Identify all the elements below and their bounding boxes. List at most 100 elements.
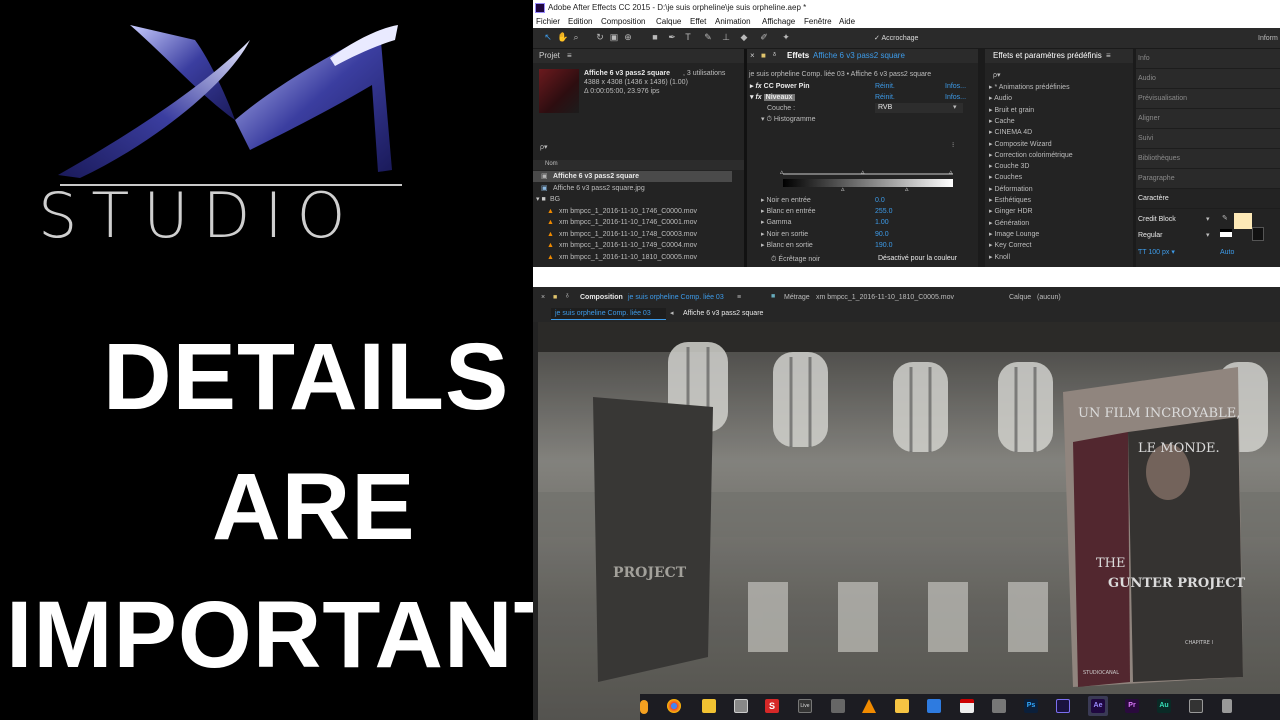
preset-item[interactable]: ▸ Génération bbox=[989, 219, 1029, 228]
output-black-handle[interactable]: ▵ bbox=[841, 185, 845, 194]
effects-layer-name[interactable]: Affiche 6 v3 pass2 square bbox=[813, 49, 905, 63]
roto-tool-icon[interactable]: ✐ bbox=[759, 32, 769, 42]
photoshop-icon[interactable]: Ps bbox=[1024, 699, 1038, 713]
preset-item[interactable]: ▸ Correction colorimétrique bbox=[989, 151, 1073, 160]
side-panel-tab[interactable]: Prévisualisation bbox=[1136, 89, 1280, 109]
side-panel-tab[interactable]: Audio bbox=[1136, 69, 1280, 89]
panel-menu-icon[interactable]: ≡ bbox=[567, 49, 572, 63]
composition-viewer[interactable]: PROJECT UN FILM INCROYABLE, LE MONDE. TH… bbox=[538, 322, 1280, 720]
trash-icon[interactable] bbox=[1222, 699, 1232, 713]
anchor-tool-icon[interactable]: ⊕ bbox=[623, 32, 633, 42]
reset-link[interactable]: Réinit. bbox=[875, 82, 895, 91]
param-value[interactable]: 1.00 bbox=[875, 218, 889, 227]
layer-tab[interactable]: Calque bbox=[1009, 293, 1031, 302]
preset-item[interactable]: ▸ Image Lounge bbox=[989, 230, 1039, 239]
preset-item[interactable]: ▸ Audio bbox=[989, 94, 1012, 103]
audition-icon[interactable]: Au bbox=[1157, 699, 1171, 713]
app-icon[interactable] bbox=[640, 700, 648, 714]
font-name-select[interactable]: Credit Block bbox=[1138, 215, 1176, 224]
param-value[interactable]: 190.0 bbox=[875, 241, 893, 250]
selection-tool-icon[interactable]: ↖ bbox=[543, 32, 553, 42]
leading-field[interactable]: Auto bbox=[1220, 248, 1234, 257]
stroke-color-swatch[interactable] bbox=[1252, 227, 1264, 241]
preset-item[interactable]: ▸ Cache bbox=[989, 117, 1015, 126]
project-panel-title[interactable]: Projet bbox=[539, 49, 560, 63]
panel-menu-icon[interactable]: ≡ bbox=[737, 293, 741, 302]
tool-icon[interactable] bbox=[831, 699, 845, 713]
vlc-icon[interactable] bbox=[862, 699, 876, 713]
menu-aide[interactable]: Aide bbox=[839, 16, 855, 28]
menu-animation[interactable]: Animation bbox=[715, 16, 751, 28]
preset-item[interactable]: ▸ Bruit et grain bbox=[989, 106, 1034, 115]
histogram-options-icon[interactable]: ⁝ bbox=[952, 141, 954, 150]
comp-tab-active[interactable]: je suis orpheline Comp. liée 03 bbox=[551, 308, 666, 320]
preset-item[interactable]: ▸ Couche 3D bbox=[989, 162, 1030, 171]
side-panel-tab[interactable]: Caractère bbox=[1136, 189, 1280, 209]
list-item[interactable]: ▲ xm bmpcc_1_2016-11-10_1746_C0001.mov bbox=[533, 217, 732, 228]
preset-item[interactable]: ▸ CINEMA 4D bbox=[989, 128, 1032, 137]
media-encoder-icon[interactable] bbox=[1056, 699, 1070, 713]
preset-item[interactable]: ▸ Composite Wizard bbox=[989, 140, 1052, 149]
effect-cc-power-pin[interactable]: ▸ fx CC Power Pin bbox=[750, 82, 810, 91]
shape-tool-icon[interactable]: ■ bbox=[650, 32, 660, 42]
panel-menu-icon[interactable]: ≡ bbox=[1106, 49, 1111, 63]
lock-icon[interactable]: ■ bbox=[553, 293, 557, 302]
list-item[interactable]: ▣ Affiche 6 v3 pass2 square bbox=[533, 171, 732, 182]
app-icon[interactable] bbox=[1189, 699, 1203, 713]
input-white-handle[interactable]: ▵ bbox=[949, 168, 953, 177]
stamp-tool-icon[interactable]: ⊥ bbox=[721, 32, 731, 42]
fill-color-swatch[interactable] bbox=[1234, 213, 1252, 229]
media-icon[interactable] bbox=[895, 699, 909, 713]
input-black-handle[interactable]: ▵ bbox=[780, 168, 784, 177]
preset-item[interactable]: ▸ Couches bbox=[989, 173, 1022, 182]
channel-select[interactable]: RVB ▾ bbox=[875, 103, 963, 113]
lock-icon[interactable]: ■ bbox=[761, 49, 766, 63]
footage-tab[interactable]: Métrage bbox=[784, 293, 810, 302]
preset-item[interactable]: ▸ * Animations prédéfinies bbox=[989, 83, 1070, 92]
close-icon[interactable]: × bbox=[541, 293, 545, 302]
font-size-field[interactable]: ƬT 100 px ▾ bbox=[1138, 248, 1175, 257]
menu-effet[interactable]: Effet bbox=[690, 16, 706, 28]
preset-item[interactable]: ▸ Knoll bbox=[989, 253, 1010, 262]
premiere-icon[interactable]: Pr bbox=[1125, 699, 1139, 713]
preset-item[interactable]: ▸ Ginger HDR bbox=[989, 207, 1033, 216]
preset-item[interactable]: ▸ Déformation bbox=[989, 185, 1033, 194]
effects-presets-title[interactable]: Effets et paramètres prédéfinis bbox=[993, 49, 1102, 63]
side-panel-tab[interactable]: Suivi bbox=[1136, 129, 1280, 149]
zoom-tool-icon[interactable]: ⌕ bbox=[571, 32, 581, 42]
snap-checkbox[interactable]: ✓ Accrochage bbox=[874, 34, 918, 43]
folder-icon[interactable] bbox=[702, 699, 716, 713]
clip-select[interactable]: Désactivé pour la couleur bbox=[875, 254, 975, 264]
side-panel-tab[interactable]: Bibliothèques bbox=[1136, 149, 1280, 169]
param-value[interactable]: 90.0 bbox=[875, 230, 889, 239]
effect-niveaux[interactable]: ▾ fx Niveaux bbox=[750, 93, 795, 102]
list-item[interactable]: ▾ ■ BG bbox=[533, 194, 732, 205]
camera-tool-icon[interactable]: ▣ bbox=[609, 32, 619, 42]
puppet-tool-icon[interactable]: ✦ bbox=[781, 32, 791, 42]
info-link[interactable]: Infos... bbox=[945, 93, 966, 102]
rotate-tool-icon[interactable]: ↻ bbox=[595, 32, 605, 42]
brush-tool-icon[interactable]: ✎ bbox=[703, 32, 713, 42]
browser-icon[interactable] bbox=[927, 699, 941, 713]
side-panel-tab[interactable]: Aligner bbox=[1136, 109, 1280, 129]
preset-item[interactable]: ▸ Key Correct bbox=[989, 241, 1031, 250]
menu-fichier[interactable]: Fichier bbox=[536, 16, 560, 28]
menu-affichage[interactable]: Affichage bbox=[762, 16, 795, 28]
menu-edition[interactable]: Edition bbox=[568, 16, 592, 28]
effects-tab-label[interactable]: Effets bbox=[787, 49, 809, 63]
eraser-tool-icon[interactable]: ◆ bbox=[739, 32, 749, 42]
column-name[interactable]: Nom bbox=[545, 160, 558, 169]
live-icon[interactable]: Live bbox=[798, 699, 812, 713]
text-tool-icon[interactable]: T bbox=[683, 32, 693, 42]
histogram-toggle[interactable]: ▾ ⏱ Histogramme bbox=[761, 115, 816, 124]
chrome-icon[interactable] bbox=[667, 699, 681, 713]
reset-link[interactable]: Réinit. bbox=[875, 93, 895, 102]
list-item[interactable]: ▲ xm bmpcc_1_2016-11-10_1748_C0003.mov bbox=[533, 229, 732, 240]
font-style-select[interactable]: Regular bbox=[1138, 231, 1163, 240]
workspace-label[interactable]: Inform bbox=[1258, 34, 1278, 43]
param-value[interactable]: 0.0 bbox=[875, 196, 885, 205]
eyedropper-icon[interactable]: ✎ bbox=[1222, 214, 1228, 223]
info-link[interactable]: Infos... bbox=[945, 82, 966, 91]
list-item[interactable]: ▲ xm bmpcc_1_2016-11-10_1746_C0000.mov bbox=[533, 206, 732, 217]
side-panel-tab[interactable]: Paragraphe bbox=[1136, 169, 1280, 189]
